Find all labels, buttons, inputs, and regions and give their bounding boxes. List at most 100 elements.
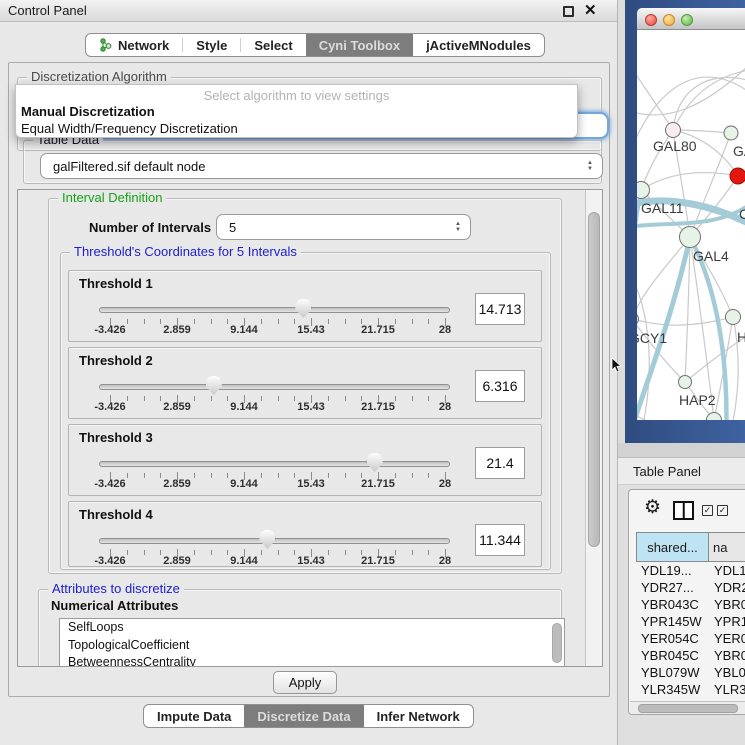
slider-thumb[interactable]	[206, 376, 222, 395]
network-node-hap2[interactable]	[679, 376, 692, 389]
network-node-ha[interactable]	[726, 310, 741, 325]
table-cell[interactable]: YPR145W	[636, 613, 709, 630]
numerical-attributes-list[interactable]: SelfLoopsTopologicalCoefficientBetweenne…	[59, 618, 565, 667]
slider-thumb[interactable]	[259, 530, 275, 549]
slider-track[interactable]	[99, 461, 450, 467]
threshold-value-field[interactable]	[475, 524, 525, 556]
table-cell[interactable]: YBR045C	[636, 647, 709, 664]
table-cell[interactable]: YPR1	[709, 613, 745, 630]
table-cell[interactable]: YBR043C	[636, 596, 709, 613]
checkbox-icon[interactable]	[717, 505, 728, 516]
horizontal-scrollbar-thumb[interactable]	[638, 704, 738, 713]
network-node-gal4[interactable]	[680, 227, 701, 248]
cyni-bottom-tabbar: Impute DataDiscretize DataInfer Network	[143, 704, 474, 728]
threshold-panel: Threshold 4 -3.4262.8599.14415.4321.7152…	[68, 501, 542, 567]
slider-tick-label: 15.43	[286, 555, 336, 567]
threshold-panel: Threshold 2 -3.4262.8599.14415.4321.7152…	[68, 347, 542, 419]
table-row[interactable]: YDL19...YDL1	[636, 562, 745, 579]
table-cell[interactable]: YLR3	[709, 681, 745, 698]
network-edge[interactable]	[641, 173, 738, 190]
threshold-value-field[interactable]	[475, 293, 525, 325]
control-panel-title: Control Panel	[8, 3, 87, 18]
close-icon[interactable]: ✕	[584, 1, 597, 19]
numerical-attributes-label: Numerical Attributes	[51, 598, 178, 613]
tab-select[interactable]: Select	[241, 34, 305, 56]
table-column-header[interactable]: na	[709, 532, 745, 562]
zoom-traffic-light-icon[interactable]	[681, 14, 693, 26]
table-cell[interactable]: YER054C	[636, 630, 709, 647]
tab-label: Network	[118, 38, 169, 53]
network-node-label: GAL11	[641, 200, 684, 216]
table-cell[interactable]: YBR0	[709, 596, 745, 613]
network-node-gcy1[interactable]	[637, 313, 639, 326]
network-node-c[interactable]	[730, 168, 745, 184]
vertical-scrollbar-thumb[interactable]	[588, 212, 600, 547]
list-scrollbar-thumb[interactable]	[552, 623, 562, 663]
table-cell[interactable]: YBL079W	[636, 664, 709, 681]
slider-tick	[412, 473, 413, 478]
threshold-value-field[interactable]	[475, 447, 525, 479]
stepper-arrows-icon[interactable]	[450, 221, 466, 233]
table-cell[interactable]: YDL1	[709, 562, 745, 579]
table-cell[interactable]: YBL0	[709, 664, 745, 681]
table-row[interactable]: YBL079WYBL0	[636, 664, 745, 681]
table-row[interactable]: YBR045CYBR0	[636, 647, 745, 664]
network-edge[interactable]	[685, 335, 745, 382]
algorithm-option[interactable]: Manual Discretization	[16, 103, 577, 120]
table-cell[interactable]: YER0	[709, 630, 745, 647]
slider-thumb[interactable]	[367, 453, 383, 472]
number-of-intervals-select[interactable]: 5	[216, 214, 471, 240]
minimize-traffic-light-icon[interactable]	[663, 14, 675, 26]
slider-tick	[144, 473, 145, 478]
tab-impute-data[interactable]: Impute Data	[144, 705, 244, 727]
table-row[interactable]: YLR345WYLR3	[636, 681, 745, 698]
vertical-scrollbar[interactable]	[585, 190, 602, 666]
threshold-panel: Threshold 3 -3.4262.8599.14415.4321.7152…	[68, 424, 542, 496]
tab-cyni-toolbox[interactable]: Cyni Toolbox	[306, 34, 413, 56]
table-cell[interactable]: YDL19...	[636, 562, 709, 579]
gear-icon[interactable]: ⚙	[644, 497, 661, 519]
network-node-gal80[interactable]	[666, 123, 681, 138]
horizontal-scrollbar[interactable]	[630, 701, 745, 715]
slider-tick-label: 28	[420, 401, 470, 413]
checkbox-icon[interactable]	[702, 505, 713, 516]
table-row[interactable]: YER054CYER0	[636, 630, 745, 647]
table-cell[interactable]: YDR27...	[636, 579, 709, 596]
table-row[interactable]: YDR27...YDR2	[636, 579, 745, 596]
apply-button[interactable]: Apply	[273, 671, 337, 694]
table-row[interactable]: YPR145WYPR1	[636, 613, 745, 630]
slider-tick	[211, 396, 212, 401]
attribute-list-item[interactable]: BetweennessCentrality	[60, 654, 564, 667]
network-edge[interactable]	[637, 319, 685, 382]
close-traffic-light-icon[interactable]	[645, 14, 657, 26]
float-window-icon[interactable]	[563, 6, 574, 17]
tab-jactivemnodules[interactable]: jActiveMNodules	[413, 34, 544, 56]
slider-tick-label: 21.715	[353, 401, 403, 413]
table-column-header[interactable]: shared...	[636, 532, 709, 562]
network-node-ga[interactable]	[724, 126, 738, 140]
network-edge[interactable]	[637, 410, 714, 420]
table-cell[interactable]: YBR0	[709, 647, 745, 664]
tab-style[interactable]: Style	[183, 34, 240, 56]
tab-network[interactable]: Network	[86, 34, 182, 56]
stepper-arrows-icon[interactable]	[582, 160, 598, 172]
threshold-value-field[interactable]	[475, 370, 525, 402]
slider-track[interactable]	[99, 307, 450, 313]
table-panel-titlebar: Table Panel	[618, 457, 745, 485]
network-edge[interactable]	[637, 60, 673, 130]
network-node-gal11[interactable]	[637, 182, 650, 199]
attribute-list-item[interactable]: TopologicalCoefficient	[60, 637, 564, 655]
algorithm-option[interactable]: Equal Width/Frequency Discretization	[16, 120, 577, 137]
slider-thumb[interactable]	[295, 299, 311, 318]
slider-track[interactable]	[99, 384, 450, 390]
table-cell[interactable]: YDR2	[709, 579, 745, 596]
tab-infer-network[interactable]: Infer Network	[364, 705, 473, 727]
network-canvas[interactable]: GAL80GACGAL11GAL4GCY1HAHAP2	[637, 30, 745, 420]
attribute-list-item[interactable]: SelfLoops	[60, 619, 564, 637]
network-edge[interactable]	[673, 77, 745, 130]
columns-icon[interactable]	[673, 501, 694, 520]
table-data-select[interactable]: galFiltered.sif default node	[40, 153, 603, 179]
table-cell[interactable]: YLR345W	[636, 681, 709, 698]
table-row[interactable]: YBR043CYBR0	[636, 596, 745, 613]
tab-discretize-data[interactable]: Discretize Data	[244, 705, 363, 727]
